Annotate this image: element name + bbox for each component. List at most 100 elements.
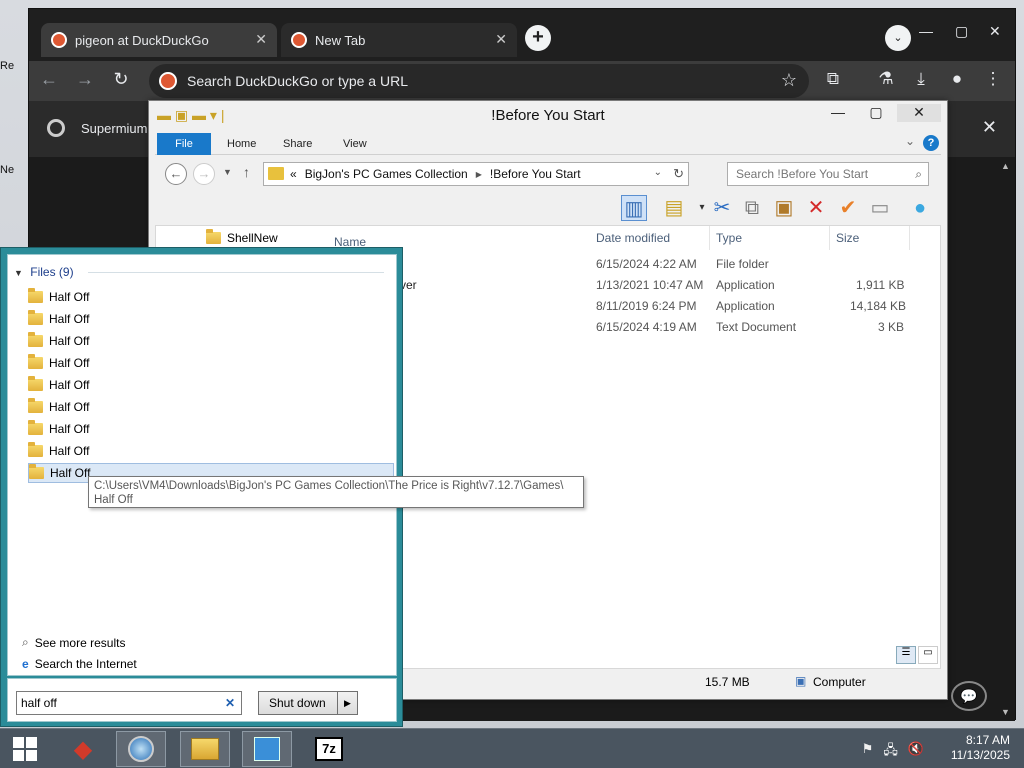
scroll-down-icon[interactable]: ▼: [1001, 707, 1010, 717]
new-tab-button[interactable]: +: [525, 25, 551, 51]
profile-icon[interactable]: ●: [945, 69, 969, 89]
maximize-icon[interactable]: ▢: [955, 23, 968, 40]
chevron-right-icon[interactable]: ▶: [476, 170, 482, 179]
rename-icon[interactable]: ▭: [867, 195, 893, 221]
taskbar-app-browser[interactable]: [116, 731, 166, 767]
scrollbar[interactable]: ▲ ▼: [1001, 159, 1011, 719]
breadcrumb-item[interactable]: BigJon's PC Games Collection: [305, 167, 468, 181]
tab-home[interactable]: Home: [227, 133, 256, 155]
properties-folder-icon[interactable]: ▤: [661, 195, 687, 221]
nav-pane-item[interactable]: ShellNew: [206, 228, 278, 248]
breadcrumb-overflow[interactable]: «: [290, 167, 297, 181]
close-icon[interactable]: ✕: [255, 31, 267, 48]
network-icon[interactable]: 🖧: [883, 741, 898, 763]
taskbar: ◆ 7z ⚑ 🖧 🔇 8:17 AM 11/13/2025: [0, 728, 1024, 768]
system-tray: ⚑ 🖧 🔇: [862, 741, 924, 763]
labs-flask-icon[interactable]: ⚗: [874, 69, 898, 89]
list-item[interactable]: Half Off: [28, 375, 394, 395]
list-item[interactable]: Half Off: [28, 331, 394, 351]
cell-date: 6/15/2024 4:22 AM: [596, 257, 697, 271]
checkmark-icon[interactable]: ✔: [835, 195, 861, 221]
maximize-icon[interactable]: ▢: [861, 104, 891, 121]
recent-locations-icon[interactable]: ▼: [223, 167, 232, 177]
column-header-type[interactable]: Type: [710, 226, 830, 250]
folder-icon: [28, 310, 43, 325]
up-icon[interactable]: ↑: [243, 164, 250, 180]
back-icon[interactable]: ←: [165, 163, 187, 185]
taskbar-app-red[interactable]: ◆: [58, 731, 108, 767]
close-window-icon[interactable]: ✕: [897, 104, 941, 122]
large-icons-view-icon[interactable]: ▭: [918, 646, 938, 664]
item-label: Half Off: [50, 466, 91, 480]
list-item[interactable]: Half Off: [28, 287, 394, 307]
cell-type: Application: [716, 278, 775, 292]
close-icon[interactable]: ✕: [495, 31, 507, 48]
list-item[interactable]: Half Off: [28, 353, 394, 373]
minimize-icon[interactable]: —: [823, 104, 853, 120]
list-item[interactable]: Half Off: [28, 419, 394, 439]
start-search-input[interactable]: half off ✕: [16, 691, 242, 715]
tab-new-tab[interactable]: New Tab ✕: [281, 23, 517, 57]
network-icon[interactable]: ●: [907, 195, 933, 221]
list-item[interactable]: Half Off: [28, 309, 394, 329]
chat-icon[interactable]: 💬: [951, 681, 987, 711]
column-header-date[interactable]: Date modified: [590, 226, 710, 250]
copy-icon[interactable]: ⧉: [739, 195, 765, 221]
tab-view[interactable]: View: [343, 133, 367, 155]
help-icon[interactable]: ?: [923, 135, 939, 151]
shutdown-options-icon[interactable]: ▶: [337, 692, 357, 714]
volume-muted-icon[interactable]: 🔇: [908, 741, 924, 763]
shutdown-button[interactable]: Shut down ▶: [258, 691, 358, 715]
ribbon-expand-icon[interactable]: ⌄: [905, 134, 915, 148]
minimize-icon[interactable]: —: [919, 23, 933, 39]
list-item[interactable]: Half Off: [28, 441, 394, 461]
taskbar-app-7zip[interactable]: 7z: [304, 731, 354, 767]
list-item[interactable]: Half Off: [28, 397, 394, 417]
reload-icon[interactable]: ↻: [109, 69, 133, 90]
tab-search-button[interactable]: ⌄: [885, 25, 911, 51]
delete-icon[interactable]: ✕: [803, 195, 829, 221]
close-icon[interactable]: ✕: [982, 117, 997, 138]
column-header-size[interactable]: Size: [830, 226, 910, 250]
system-clock[interactable]: 8:17 AM 11/13/2025: [951, 733, 1010, 763]
scroll-up-icon[interactable]: ▲: [1001, 161, 1010, 171]
item-label: Half Off: [49, 312, 90, 326]
clear-search-icon[interactable]: ✕: [225, 692, 235, 714]
chevron-down-icon[interactable]: ⌄: [654, 167, 662, 178]
menu-icon[interactable]: ⋮: [981, 69, 1005, 89]
see-more-results-link[interactable]: ⌕ See more results: [22, 635, 125, 650]
start-button[interactable]: [0, 731, 50, 767]
bookmark-star-icon[interactable]: ☆: [781, 70, 797, 91]
close-window-icon[interactable]: ✕: [989, 23, 1001, 40]
clock-time: 8:17 AM: [965, 733, 1010, 747]
refresh-icon[interactable]: ↻: [673, 166, 684, 182]
address-breadcrumb[interactable]: « BigJon's PC Games Collection ▶ !Before…: [263, 162, 689, 186]
download-icon[interactable]: ⤓: [909, 69, 933, 89]
cell-date: 8/11/2019 6:24 PM: [596, 299, 697, 313]
address-bar[interactable]: Search DuckDuckGo or type a URL ☆: [149, 64, 809, 98]
forward-icon[interactable]: →: [73, 69, 97, 90]
results-group-header[interactable]: ▼ Files (9): [14, 265, 74, 279]
paste-icon[interactable]: ▣: [771, 195, 797, 221]
action-center-flag-icon[interactable]: ⚑: [862, 741, 874, 763]
back-icon[interactable]: ←: [37, 69, 61, 90]
taskbar-app-explorer[interactable]: [180, 731, 230, 767]
status-location: Computer: [813, 675, 866, 689]
tab-pigeon[interactable]: pigeon at DuckDuckGo ✕: [41, 23, 277, 57]
duckduckgo-icon: [159, 72, 177, 90]
item-label: Half Off: [49, 422, 90, 436]
item-label: Half Off: [49, 400, 90, 414]
tab-label: New Tab: [315, 32, 366, 48]
cut-icon[interactable]: ✂: [709, 195, 735, 221]
search-input[interactable]: Search !Before You Start ⌕: [727, 162, 929, 186]
tab-file[interactable]: File: [157, 133, 211, 155]
forward-icon[interactable]: →: [193, 163, 215, 185]
preview-pane-icon[interactable]: ▥: [621, 195, 647, 221]
extensions-icon[interactable]: ⧉: [821, 69, 845, 89]
taskbar-app-control-panel[interactable]: [242, 731, 292, 767]
search-internet-link[interactable]: e Search the Internet: [22, 657, 137, 671]
search-results-panel: ▼ Files (9) Half Off Half Off Half Off H…: [7, 254, 397, 676]
breadcrumb-item[interactable]: !Before You Start: [490, 167, 581, 181]
tab-share[interactable]: Share: [283, 133, 312, 155]
details-view-icon[interactable]: ☰: [896, 646, 916, 664]
